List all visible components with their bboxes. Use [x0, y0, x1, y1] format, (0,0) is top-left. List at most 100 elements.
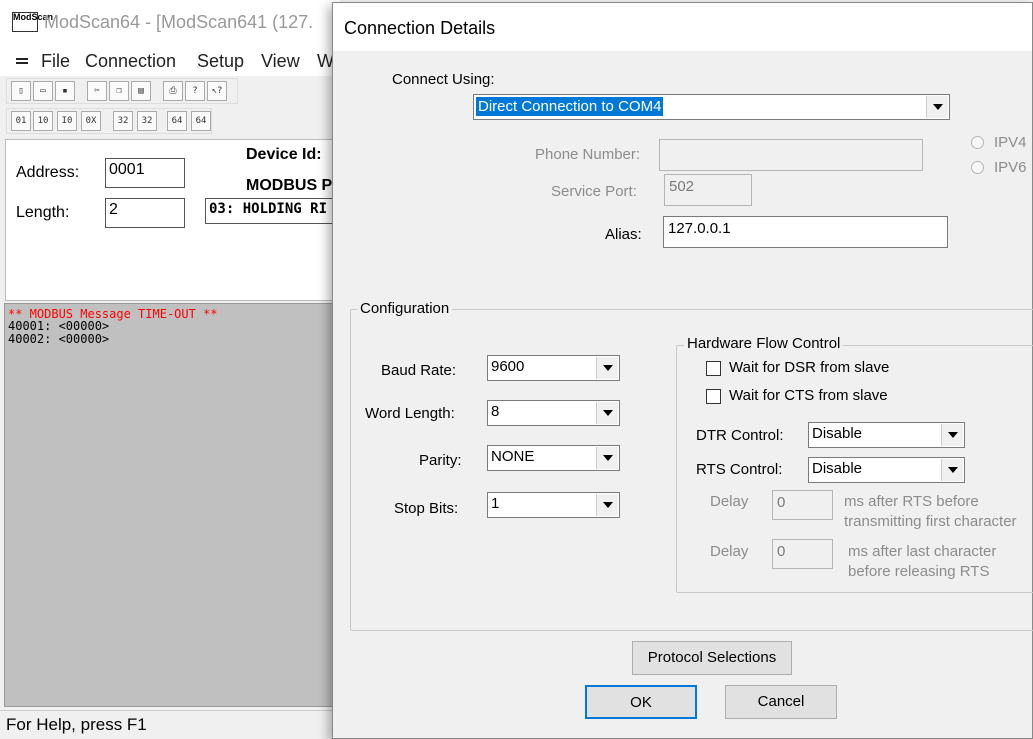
rts-control-label: RTS Control:	[696, 461, 783, 478]
stop-bits-label: Stop Bits:	[394, 500, 459, 517]
parity-select[interactable]: NONE	[487, 445, 620, 471]
dtr-control-value: Disable	[812, 425, 863, 442]
menu-setup[interactable]: Setup	[197, 51, 244, 72]
context-help-icon[interactable]: ↖?	[207, 81, 227, 101]
chevron-down-icon[interactable]	[926, 96, 948, 118]
baud-rate-label: Baud Rate:	[381, 362, 457, 379]
chevron-down-icon[interactable]	[596, 447, 618, 469]
app-logo-icon: ModScan	[12, 12, 53, 32]
delay2-input[interactable]: 0	[772, 539, 833, 569]
rts-control-select[interactable]: Disable	[808, 457, 965, 483]
delay1-label: Delay	[710, 493, 749, 510]
rts-control-value: Disable	[812, 460, 863, 477]
connect-using-select[interactable]: Direct Connection to COM4	[473, 94, 950, 120]
chevron-down-icon[interactable]	[941, 424, 963, 446]
ipv4-radio[interactable]	[971, 136, 984, 149]
app-title: ModScan64 - [ModScan641 (127.	[44, 12, 314, 32]
phone-number-input[interactable]	[659, 139, 923, 171]
ipv6-radio[interactable]	[971, 161, 984, 174]
connect-using-label: Connect Using:	[392, 71, 495, 88]
word-length-value: 8	[491, 403, 500, 420]
chevron-down-icon[interactable]	[941, 459, 963, 481]
cut-icon[interactable]: ✂	[87, 81, 107, 101]
wait-cts-checkbox[interactable]	[706, 389, 721, 404]
phone-number-label: Phone Number:	[535, 146, 641, 163]
parity-value: NONE	[491, 448, 535, 465]
standard-toolbar: ▯ ▭ ▪ ✂ ❐ ▤ ⎙ ? ↖?	[6, 78, 238, 104]
app-titlebar[interactable]: ModScan ModScan64 - [ModScan641 (127.	[0, 0, 340, 46]
register-line: 40001: <00000>	[8, 319, 110, 333]
delay2-desc-line1: ms after last character	[848, 543, 997, 560]
float32-swapped-icon[interactable]: 32	[137, 111, 157, 131]
double64-icon[interactable]: 64	[167, 111, 187, 131]
open-folder-icon[interactable]: ▭	[33, 81, 53, 101]
delay2-label: Delay	[710, 543, 749, 560]
status-text: For Help, press F1	[6, 715, 147, 734]
alias-label: Alias:	[605, 226, 642, 243]
length-input[interactable]: 2	[105, 198, 185, 228]
menu-connection[interactable]: Connection	[85, 51, 176, 72]
dtr-control-label: DTR Control:	[696, 427, 784, 444]
input-register-icon[interactable]: I0	[57, 111, 77, 131]
modbus-point-type-label: MODBUS P	[246, 177, 333, 194]
hex-format-icon[interactable]: 0X	[81, 111, 101, 131]
dialog-title: Connection Details	[344, 18, 496, 38]
dialog-titlebar[interactable]: Connection Details	[333, 3, 1032, 51]
format-toolbar: 01 10 I0 0X 32 32 64 64	[6, 108, 212, 134]
word-length-select[interactable]: 8	[487, 400, 620, 426]
service-port-label: Service Port:	[551, 183, 637, 200]
cancel-button[interactable]: Cancel	[725, 685, 837, 719]
register-display: ** MODBUS Message TIME-OUT ** 40001: <00…	[4, 303, 340, 707]
delay2-desc-line2: before releasing RTS	[848, 563, 990, 580]
device-id-label: Device Id:	[246, 146, 322, 163]
input-status-icon[interactable]: 10	[33, 111, 53, 131]
parity-label: Parity:	[419, 452, 462, 469]
new-file-icon[interactable]: ▯	[11, 81, 31, 101]
copy-icon[interactable]: ❐	[109, 81, 129, 101]
ipv4-label: IPV4	[994, 134, 1027, 151]
length-label: Length:	[16, 204, 70, 221]
baud-rate-select[interactable]: 9600	[487, 355, 620, 381]
double64-swapped-icon[interactable]: 64	[191, 111, 211, 131]
coil-status-icon[interactable]: 01	[11, 111, 31, 131]
alias-input[interactable]: 127.0.0.1	[663, 216, 948, 248]
address-input[interactable]: 0001	[105, 158, 185, 188]
ipv6-label: IPV6	[994, 159, 1027, 176]
wait-dsr-checkbox[interactable]	[706, 361, 721, 376]
connection-details-dialog: Connection Details Connect Using: Direct…	[332, 2, 1033, 739]
point-type-select[interactable]: 03: HOLDING RI	[205, 198, 345, 224]
menu-file[interactable]: File	[41, 51, 70, 72]
protocol-selections-button[interactable]: Protocol Selections	[632, 641, 792, 675]
menu-view[interactable]: View	[261, 51, 300, 72]
float32-icon[interactable]: 32	[113, 111, 133, 131]
paste-icon[interactable]: ▤	[131, 81, 151, 101]
chevron-down-icon[interactable]	[596, 357, 618, 379]
stop-bits-value: 1	[491, 495, 500, 512]
configuration-title: Configuration	[357, 300, 453, 317]
delay1-desc-line2: transmitting first character	[844, 513, 1017, 530]
address-label: Address:	[16, 164, 80, 181]
delay1-desc-line1: ms after RTS before	[844, 493, 979, 510]
help-icon[interactable]: ?	[185, 81, 205, 101]
wait-dsr-label: Wait for DSR from slave	[729, 359, 890, 376]
modscan-app-window: ModScan ModScan64 - [ModScan641 (127. Fi…	[0, 0, 345, 739]
delay1-input[interactable]: 0	[772, 490, 833, 520]
service-port-input[interactable]: 502	[664, 174, 752, 206]
word-length-label: Word Length:	[365, 405, 455, 422]
hardware-flow-control-title: Hardware Flow Control	[684, 335, 844, 352]
chevron-down-icon[interactable]	[596, 494, 618, 516]
system-menu-icon[interactable]	[16, 58, 28, 64]
dtr-control-select[interactable]: Disable	[808, 422, 965, 448]
print-icon[interactable]: ⎙	[163, 81, 183, 101]
wait-cts-label: Wait for CTS from slave	[729, 387, 888, 404]
status-bar: For Help, press F1	[0, 710, 340, 739]
connect-using-value: Direct Connection to COM4	[476, 97, 664, 116]
scan-settings-panel: Address: 0001 Length: 2 Device Id: MODBU…	[5, 139, 345, 301]
stop-bits-select[interactable]: 1	[487, 492, 620, 518]
ok-button[interactable]: OK	[585, 685, 697, 719]
save-icon[interactable]: ▪	[55, 81, 75, 101]
baud-rate-value: 9600	[491, 358, 525, 375]
chevron-down-icon[interactable]	[596, 402, 618, 424]
register-line: 40002: <00000>	[8, 332, 110, 346]
menubar: File Connection Setup View W	[0, 46, 340, 76]
